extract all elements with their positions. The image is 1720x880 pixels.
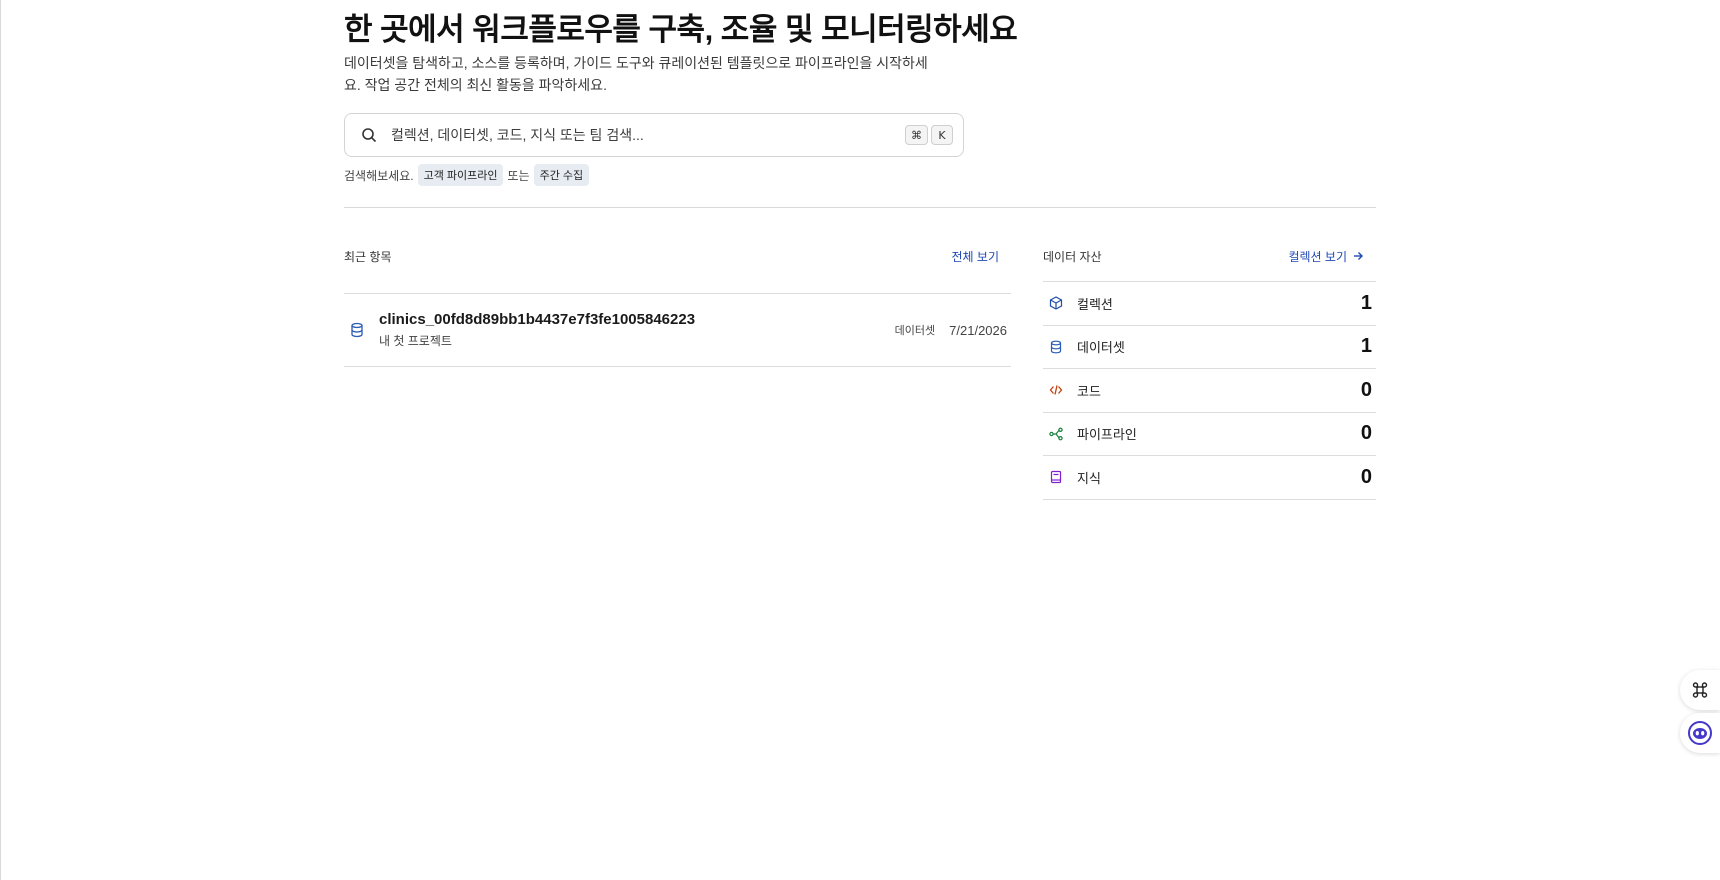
recent-item-date: 7/21/2026 [949,322,1007,338]
search-box[interactable]: ⌘ K [344,113,964,157]
view-collections-label: 컬렉션 보기 [1288,249,1347,264]
recent-items-heading: 최근 항목 [344,249,392,264]
data-assets-section: 데이터 자산 컬렉션 보기 컬렉션 1 데이터셋 1 코드 0 파이프라인 0 … [1043,246,1376,500]
recent-item-subtitle: 내 첫 프로젝트 [379,334,452,348]
asset-label: 데이터셋 [1077,340,1125,356]
command-icon [1692,682,1708,698]
view-collections-link[interactable]: 컬렉션 보기 [1288,248,1364,265]
search-hint: 검색해보세요. 고객 파이프라인 또는 주간 수집 [344,164,593,186]
recent-items-list: clinics_00fd8d89bb1b4437e7f3fe1005846223… [344,293,1011,367]
data-assets-list: 컬렉션 1 데이터셋 1 코드 0 파이프라인 0 지식 0 [1043,281,1376,500]
asset-count: 1 [1360,291,1372,314]
recent-items-section: 최근 항목 전체 보기 clinics_00fd8d89bb1b4437e7f3… [344,246,1011,367]
database-icon [351,322,363,338]
code-icon [1049,385,1063,395]
recent-item-row[interactable]: clinics_00fd8d89bb1b4437e7f3fe1005846223… [344,294,1011,367]
page-subtitle: 데이터셋을 탐색하고, 소스를 등록하며, 가이드 도구와 큐레이션된 템플릿으… [344,55,928,93]
pipeline-icon [1049,427,1063,441]
asset-row-code[interactable]: 코드 0 [1043,369,1376,413]
search-input[interactable] [391,127,902,143]
asset-row-collections[interactable]: 컬렉션 1 [1043,282,1376,326]
asset-count: 0 [1360,378,1372,401]
database-icon [1050,340,1062,354]
search-hint-or: 또는 [507,168,530,183]
asset-label: 컬렉션 [1077,296,1113,312]
page-title: 한 곳에서 워크플로우를 구축, 조율 및 모니터링하세요 [344,12,1018,47]
recent-item-type: 데이터셋 [894,325,936,337]
view-all-link[interactable]: 전체 보기 [952,248,1000,265]
asset-count: 1 [1360,335,1372,358]
asset-count: 0 [1360,465,1372,488]
apps-launcher-button[interactable] [1680,670,1720,710]
asset-label: 파이프라인 [1077,427,1137,443]
assistant-button[interactable] [1680,713,1720,753]
shortcut-k-key: K [931,125,953,145]
asset-row-pipelines[interactable]: 파이프라인 0 [1043,413,1376,456]
asset-label: 코드 [1077,383,1101,399]
search-icon [362,128,377,143]
recent-item-title: clinics_00fd8d89bb1b4437e7f3fe1005846223 [379,311,696,328]
data-assets-heading: 데이터 자산 [1043,249,1102,264]
section-divider [344,207,1376,208]
book-icon [1050,471,1062,484]
asset-label: 지식 [1077,470,1101,486]
search-suggestion-chip[interactable]: 고객 파이프라인 [417,164,504,186]
asset-row-datasets[interactable]: 데이터셋 1 [1043,326,1376,369]
search-suggestion-chip[interactable]: 주간 수집 [533,164,590,186]
search-hint-prefix: 검색해보세요. [344,168,414,183]
asset-count: 0 [1360,422,1372,445]
cube-icon [1049,296,1063,310]
left-border [0,0,1,880]
arrow-right-icon [1354,252,1363,260]
assistant-icon [1688,721,1712,745]
asset-row-knowledge[interactable]: 지식 0 [1043,456,1376,500]
shortcut-cmd-key: ⌘ [905,125,928,145]
